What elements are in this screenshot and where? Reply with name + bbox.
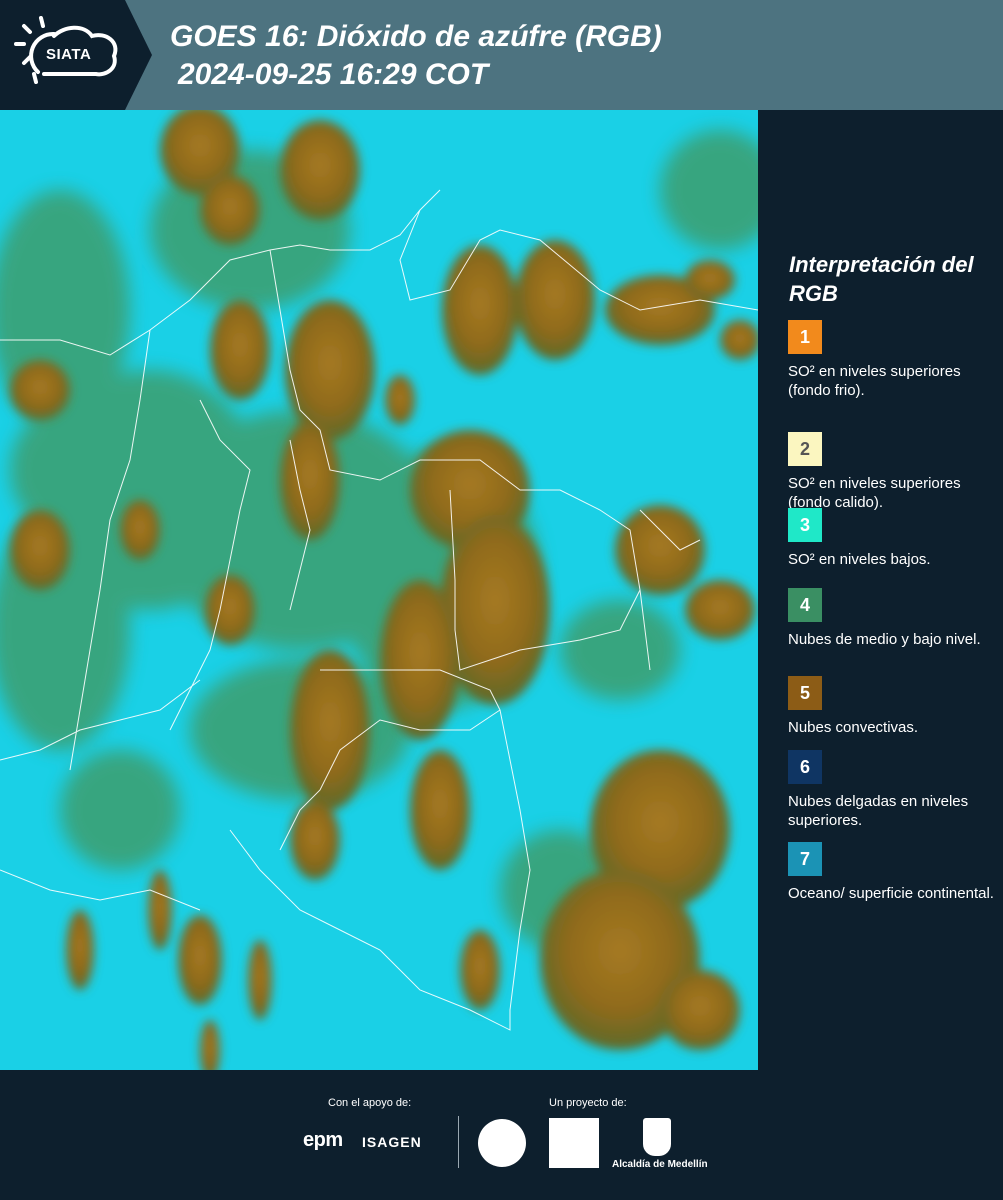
footer-divider	[458, 1116, 459, 1168]
legend-text: SO² en niveles superiores (fondo calido)…	[788, 475, 961, 511]
legend-item: 4 Nubes de medio y bajo nivel.	[788, 588, 998, 649]
legend-text: Oceano/ superficie continental.	[788, 885, 994, 902]
project-label: Un proyecto de:	[549, 1097, 627, 1109]
logo-text: SIATA	[46, 46, 92, 63]
legend-panel: Interpretación del RGB 1 SO² en niveles s…	[760, 110, 1003, 1070]
title-line-2: 2024-09-25 16:29 COT	[178, 58, 489, 91]
legend-swatch: 1	[788, 320, 822, 354]
area-metropolitana-logo	[549, 1118, 599, 1168]
legend-swatch: 7	[788, 842, 822, 876]
legend-text: Nubes convectivas.	[788, 719, 919, 736]
title-line-1: GOES 16: Dióxido de azúfre (RGB)	[170, 20, 662, 53]
legend-item: 6 Nubes delgadas en niveles superiores.	[788, 750, 998, 830]
legend-item: 3 SO² en niveles bajos.	[788, 508, 998, 569]
satellite-map	[0, 110, 758, 1070]
medellin-seal-icon	[478, 1119, 526, 1167]
alcaldia-logo-text: Alcaldía de Medellín	[612, 1159, 708, 1170]
legend-swatch: 3	[788, 508, 822, 542]
legend-item: 1 SO² en niveles superiores (fondo frio).	[788, 320, 998, 400]
page-title: GOES 16: Dióxido de azúfre (RGB) 2024-09…	[170, 18, 662, 94]
legend-title: Interpretación del RGB	[789, 252, 974, 306]
legend-item: 7 Oceano/ superficie continental.	[788, 842, 998, 903]
legend-item: 2 SO² en niveles superiores (fondo calido…	[788, 432, 998, 512]
alcaldia-shield-icon	[643, 1118, 671, 1156]
legend-text: Nubes de medio y bajo nivel.	[788, 631, 981, 648]
support-label: Con el apoyo de:	[328, 1097, 412, 1109]
legend-text: Nubes delgadas en niveles superiores.	[788, 793, 969, 829]
legend-swatch: 5	[788, 676, 822, 710]
footer: Con el apoyo de: Un proyecto de: epm ISA…	[0, 1070, 1003, 1200]
legend-text: SO² en niveles superiores (fondo frio).	[788, 363, 961, 399]
legend-swatch: 6	[788, 750, 822, 784]
legend-swatch: 2	[788, 432, 822, 466]
isagen-logo: ISAGEN	[362, 1134, 422, 1150]
legend-text: SO² en niveles bajos.	[788, 551, 931, 568]
header-bar: SIATA GOES 16: Dióxido de azúfre (RGB) 2…	[0, 0, 1003, 110]
siata-logo: SIATA	[0, 0, 152, 110]
legend-item: 5 Nubes convectivas.	[788, 676, 998, 737]
satellite-rgb-map	[0, 110, 758, 1070]
epm-logo: epm	[303, 1129, 343, 1151]
legend-swatch: 4	[788, 588, 822, 622]
